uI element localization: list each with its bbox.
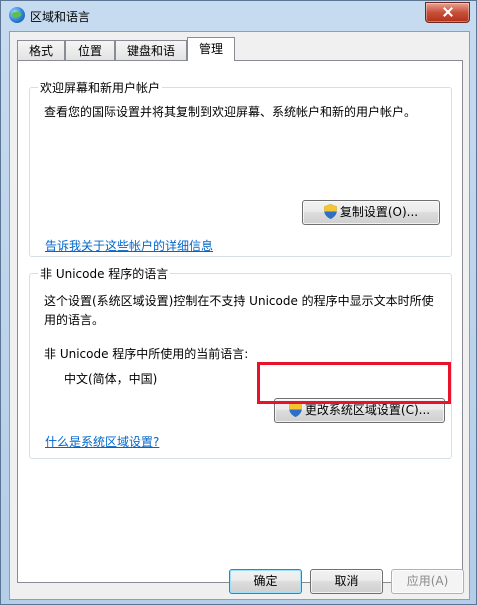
shield-icon xyxy=(323,204,337,219)
accounts-details-link[interactable]: 告诉我关于这些帐户的详细信息 xyxy=(45,237,213,254)
apply-button[interactable]: 应用(A) xyxy=(391,569,464,594)
dialog-client: 格式 位置 键盘和语言 管理 欢迎屏幕和新用户帐户 查看您的国际设置并将其复制到… xyxy=(9,31,470,600)
cancel-button[interactable]: 取消 xyxy=(310,569,383,594)
change-system-locale-button[interactable]: 更改系统区域设置(C)... xyxy=(274,398,445,423)
welcome-description: 查看您的国际设置并将其复制到欢迎屏幕、系统帐户和新的用户帐户。 xyxy=(44,105,417,119)
close-icon[interactable] xyxy=(425,2,470,23)
title-bar[interactable]: 区域和语言 xyxy=(1,1,476,29)
non-unicode-description-line2: 用的语言。 xyxy=(44,313,105,327)
window-title: 区域和语言 xyxy=(30,10,91,24)
copy-settings-label: 复制设置(O)... xyxy=(339,205,419,219)
non-unicode-description: 这个设置(系统区域设置)控制在不支持 Unicode 的程序中显示文本时所使 用… xyxy=(44,292,454,330)
tab-formats[interactable]: 格式 xyxy=(17,40,65,60)
non-unicode-description-line1: 这个设置(系统区域设置)控制在不支持 Unicode 的程序中显示文本时所使 xyxy=(44,294,434,308)
current-language-label: 非 Unicode 程序中所使用的当前语言: xyxy=(44,347,249,361)
region-language-window: 区域和语言 格式 位置 键盘和语言 管理 欢迎屏幕和新用户帐户 查看您的国际设置… xyxy=(0,0,477,605)
change-system-locale-label: 更改系统区域设置(C)... xyxy=(304,403,431,417)
tab-location[interactable]: 位置 xyxy=(65,40,115,60)
non-unicode-group-legend: 非 Unicode 程序的语言 xyxy=(38,265,171,282)
copy-settings-button[interactable]: 复制设置(O)... xyxy=(302,200,440,225)
tab-keyboards-languages[interactable]: 键盘和语言 xyxy=(115,40,187,78)
tab-administrative[interactable]: 管理 xyxy=(187,37,235,61)
globe-icon xyxy=(9,7,25,23)
current-language-value: 中文(简体，中国) xyxy=(64,372,158,386)
tab-panel-administrative: 欢迎屏幕和新用户帐户 查看您的国际设置并将其复制到欢迎屏幕、系统帐户和新的用户帐… xyxy=(17,60,463,583)
what-is-system-locale-link[interactable]: 什么是系统区域设置? xyxy=(45,433,159,450)
welcome-group-legend: 欢迎屏幕和新用户帐户 xyxy=(38,79,163,96)
ok-button[interactable]: 确定 xyxy=(229,569,302,594)
shield-icon xyxy=(288,402,302,417)
